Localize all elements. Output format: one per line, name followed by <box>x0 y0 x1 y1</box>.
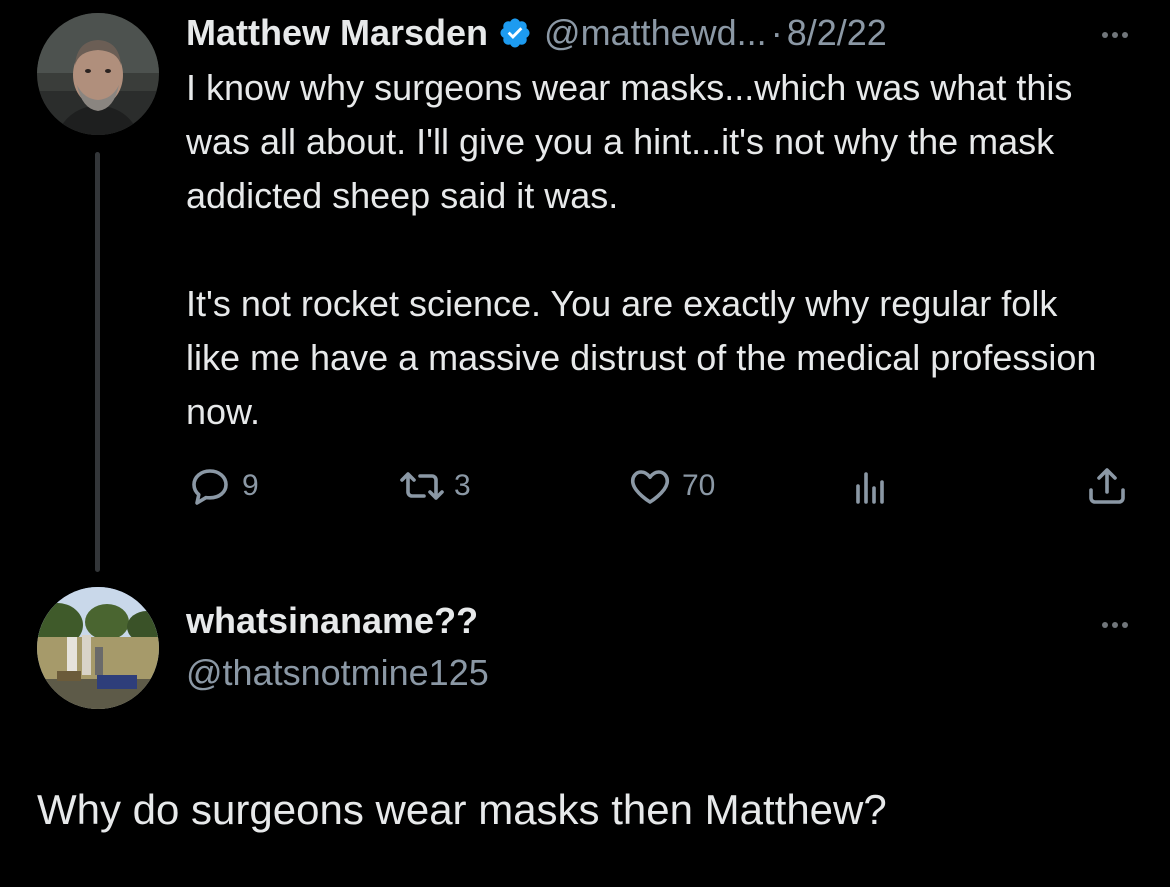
thread-connector-line <box>95 152 100 572</box>
share-icon <box>1083 462 1131 510</box>
verified-badge-icon[interactable] <box>498 16 532 50</box>
reply-body: Why do surgeons wear masks then Matthew? <box>37 786 887 833</box>
share-button[interactable] <box>1083 462 1131 510</box>
author-name[interactable]: Matthew Marsden <box>186 12 488 54</box>
reply-author-avatar[interactable] <box>37 587 159 709</box>
tweet-body: I know why surgeons wear masks...which w… <box>186 61 1116 439</box>
author-avatar[interactable] <box>37 13 159 135</box>
author-handle[interactable]: @matthewd... <box>544 12 767 54</box>
like-count: 70 <box>682 469 716 502</box>
retweet-button[interactable]: 3 <box>398 462 471 510</box>
tweet-paragraph: I know why surgeons wear masks...which w… <box>186 67 1073 216</box>
tweet-header: Matthew Marsden @matthewd... · 8/2/22 <box>186 8 887 58</box>
separator-dot: · <box>770 12 783 53</box>
tweet-paragraph: It's not rocket science. You are exactly… <box>186 283 1097 432</box>
retweet-count: 3 <box>454 469 471 502</box>
like-button[interactable]: 70 <box>626 462 715 510</box>
views-button[interactable] <box>846 462 894 510</box>
tweet-action-bar: 9 3 70 <box>186 462 1136 512</box>
views-icon <box>846 462 894 510</box>
reply-count: 9 <box>242 469 259 502</box>
reply-button[interactable]: 9 <box>186 462 259 510</box>
retweet-icon <box>398 462 446 510</box>
reply-author-handle[interactable]: @thatsnotmine125 <box>186 652 489 694</box>
tweet-date[interactable]: 8/2/22 <box>787 12 887 54</box>
reply-author-name[interactable]: whatsinaname?? <box>186 600 478 642</box>
reply-more-icon[interactable] <box>1102 622 1128 628</box>
reply-icon <box>186 462 234 510</box>
heart-icon <box>626 462 674 510</box>
more-icon[interactable] <box>1102 32 1128 38</box>
